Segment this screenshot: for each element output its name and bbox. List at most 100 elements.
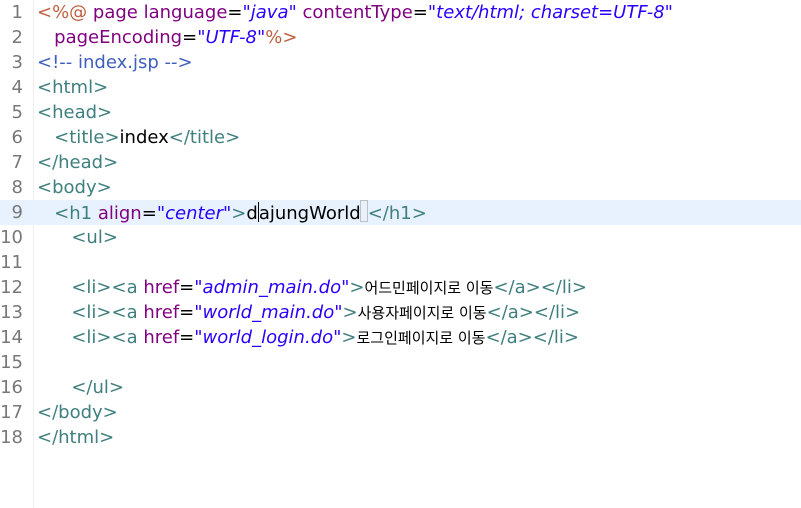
token-txt: =: [412, 2, 428, 23]
token-tag: <li><a: [71, 302, 144, 323]
code-line[interactable]: 4 <html>: [0, 75, 801, 100]
code-text[interactable]: <li><a href="world_main.do">사용자페이지로 이동</…: [37, 300, 580, 326]
line-number: 13: [0, 302, 23, 323]
code-line[interactable]: 16 </ul>: [0, 375, 801, 400]
code-line[interactable]: 17 </body>: [0, 400, 801, 425]
code-line[interactable]: 10 <ul>: [0, 225, 801, 250]
line-number: 3: [11, 52, 23, 73]
line-number: 12: [0, 277, 23, 298]
code-text[interactable]: </body>: [37, 400, 118, 425]
code-text[interactable]: <head>: [37, 100, 112, 125]
token-attr: contentType: [302, 2, 413, 23]
token-txt: d: [246, 203, 258, 224]
code-line[interactable]: 3 <!-- index.jsp -->: [0, 50, 801, 75]
code-line[interactable]: 14 <li><a href="world_login.do">로그인페이지로 …: [0, 325, 801, 350]
line-number: 17: [0, 402, 23, 423]
code-line[interactable]: 18 </html>: [0, 425, 801, 450]
line-number: 9: [11, 202, 23, 223]
token-val: "world_login.do": [194, 327, 342, 348]
token-attr: href: [143, 302, 180, 323]
line-number: 7: [11, 152, 23, 173]
token-attr: page language: [92, 2, 228, 23]
token-txt: index: [119, 127, 169, 148]
token-tag: <body>: [37, 177, 112, 198]
token-cmt: <!-- index.jsp -->: [37, 52, 193, 73]
token-tag: >: [349, 277, 365, 298]
code-text[interactable]: <li><a href="admin_main.do">어드민페이지로 이동</…: [37, 275, 587, 301]
token-val: "java": [242, 2, 297, 23]
token-tag: >: [342, 302, 358, 323]
line-number: 2: [11, 27, 23, 48]
line-number: 5: [11, 102, 23, 123]
code-line[interactable]: 8 <body>: [0, 175, 801, 200]
token-tag: </head>: [37, 152, 119, 173]
code-line[interactable]: 13 <li><a href="world_main.do">사용자페이지로 이…: [0, 300, 801, 325]
token-attr: href: [143, 277, 180, 298]
code-text[interactable]: <html>: [37, 75, 108, 100]
code-text[interactable]: </ul>: [37, 375, 124, 400]
line-number: 4: [11, 77, 23, 98]
code-text[interactable]: <%@ page language="java" contentType="te…: [37, 0, 673, 25]
code-text[interactable]: <body>: [37, 175, 112, 200]
code-text[interactable]: <li><a href="world_login.do">로그인페이지로 이동<…: [37, 325, 579, 351]
token-dir: <%@: [37, 2, 93, 23]
token-val: "text/html; charset=UTF-8": [427, 2, 673, 23]
token-tag: >: [341, 327, 357, 348]
code-text[interactable]: </head>: [37, 150, 118, 175]
line-number: 18: [0, 427, 23, 448]
line-number: 15: [0, 352, 23, 373]
token-tag: <html>: [37, 77, 109, 98]
token-tag: </ul>: [71, 377, 124, 398]
code-text[interactable]: <!-- index.jsp -->: [37, 50, 193, 75]
token-kr: 로그인페이지로 이동: [356, 329, 486, 347]
code-text[interactable]: pageEncoding="UTF-8"%>: [37, 25, 297, 50]
code-line[interactable]: 2 pageEncoding="UTF-8"%>: [0, 25, 801, 50]
token-tag: </h1>: [367, 203, 427, 224]
token-tag: </title>: [168, 127, 241, 148]
token-tag: </body>: [37, 402, 118, 423]
token-txt: ajungWorld: [258, 203, 361, 224]
token-txt: =: [179, 302, 195, 323]
line-number: 1: [11, 2, 23, 23]
code-line[interactable]: 11: [0, 250, 801, 275]
token-val: "center": [156, 203, 232, 224]
code-line[interactable]: 5 <head>: [0, 100, 801, 125]
code-line[interactable]: 12 <li><a href="admin_main.do">어드민페이지로 이…: [0, 275, 801, 300]
token-val: "UTF-8": [197, 27, 266, 48]
token-tag: >: [231, 203, 247, 224]
line-number: 16: [0, 377, 23, 398]
token-txt: =: [179, 327, 195, 348]
token-tag: </a></li>: [485, 327, 579, 348]
code-editor[interactable]: 1 <%@ page language="java" contentType="t…: [0, 0, 801, 508]
code-line[interactable]: 7 </head>: [0, 150, 801, 175]
code-line[interactable]: 1 <%@ page language="java" contentType="t…: [0, 0, 801, 25]
token-txt: =: [227, 2, 243, 23]
code-line[interactable]: 6 <title>index</title>: [0, 125, 801, 150]
token-tag: </a></li>: [486, 302, 581, 323]
token-tag: </html>: [37, 427, 115, 448]
line-number: 8: [11, 177, 23, 198]
token-tag: <li><a: [71, 327, 144, 348]
token-txt: =: [182, 27, 198, 48]
code-text[interactable]: <h1 align="center">dajungWorld </h1>: [37, 200, 427, 226]
line-number: 14: [0, 327, 23, 348]
code-text[interactable]: <ul>: [37, 225, 118, 250]
token-tag: </a></li>: [493, 277, 587, 298]
token-txt: =: [179, 277, 195, 298]
code-line[interactable]: 9 <h1 align="center">dajungWorld </h1>: [0, 200, 801, 225]
code-text[interactable]: </html>: [37, 425, 114, 450]
token-attr: pageEncoding: [54, 27, 183, 48]
token-txt: =: [141, 203, 157, 224]
line-number: 6: [11, 127, 23, 148]
code-text[interactable]: <title>index</title>: [37, 125, 240, 150]
token-tag: <head>: [37, 102, 113, 123]
token-tag: <title>: [54, 127, 120, 148]
code-line[interactable]: 15: [0, 350, 801, 375]
token-dir: %>: [265, 27, 298, 48]
